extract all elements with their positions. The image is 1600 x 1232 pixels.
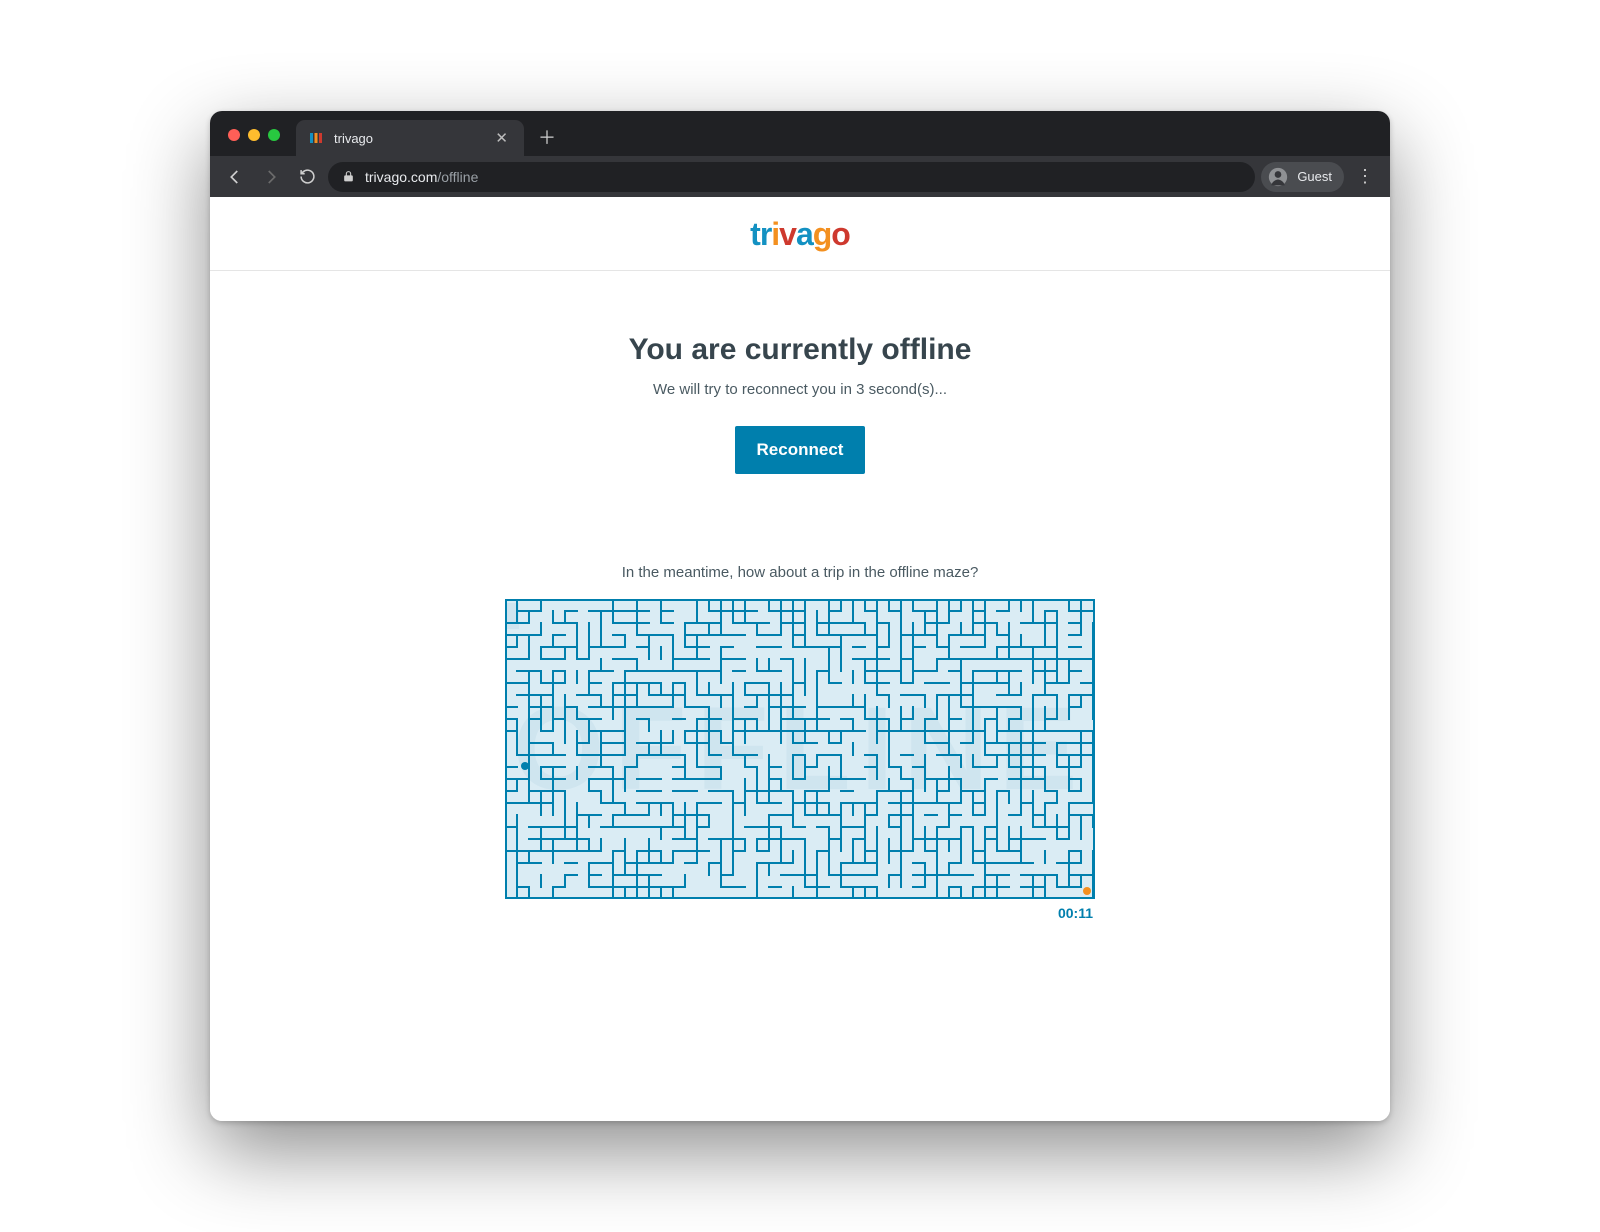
site-header: t r i v a g o <box>210 197 1390 271</box>
maze-lead: In the meantime, how about a trip in the… <box>400 564 1200 581</box>
maze-section: In the meantime, how about a trip in the… <box>400 564 1200 921</box>
browser-tab[interactable]: trivago ✕ <box>296 120 524 156</box>
address-bar[interactable]: trivago.com/offline <box>328 162 1255 192</box>
nav-back-icon[interactable] <box>220 162 250 192</box>
offline-subline: We will try to reconnect you in 3 second… <box>400 381 1200 398</box>
lock-icon <box>342 170 355 183</box>
reload-icon[interactable] <box>292 162 322 192</box>
profile-label: Guest <box>1297 169 1332 184</box>
page-content: t r i v a g o You are currently offline … <box>210 197 1390 1121</box>
minimize-window-icon[interactable] <box>248 129 260 141</box>
tab-close-icon[interactable]: ✕ <box>491 129 512 148</box>
tab-favicon-icon <box>308 130 324 146</box>
reconnect-button[interactable]: Reconnect <box>735 426 866 474</box>
logo-letter: a <box>796 218 813 250</box>
logo-letter: o <box>831 218 850 250</box>
logo-letter: t <box>750 218 760 250</box>
maze-lines-icon <box>505 599 1095 899</box>
logo-letter: i <box>771 218 779 250</box>
maze-timer: 00:11 <box>505 899 1095 921</box>
window-controls <box>210 129 296 156</box>
avatar-icon <box>1267 166 1289 188</box>
trivago-logo[interactable]: t r i v a g o <box>750 218 850 250</box>
offline-maze[interactable]: OFFLINE <box>505 599 1095 899</box>
offline-card: You are currently offline We will try to… <box>400 271 1200 921</box>
logo-letter: g <box>813 218 832 250</box>
close-window-icon[interactable] <box>228 129 240 141</box>
browser-toolbar: trivago.com/offline Guest ⋮ <box>210 156 1390 197</box>
overflow-menu-icon[interactable]: ⋮ <box>1350 162 1380 192</box>
logo-letter: v <box>779 218 796 250</box>
browser-window: trivago ✕ ＋ trivago.com/offline <box>210 111 1390 1121</box>
tab-title: trivago <box>334 131 373 146</box>
nav-forward-icon[interactable] <box>256 162 286 192</box>
url-host: trivago.com <box>365 169 437 185</box>
url-path: /offline <box>437 169 478 185</box>
maximize-window-icon[interactable] <box>268 129 280 141</box>
title-bar: trivago ✕ ＋ <box>210 111 1390 156</box>
new-tab-button[interactable]: ＋ <box>532 122 562 152</box>
logo-letter: r <box>760 218 771 250</box>
offline-heading: You are currently offline <box>400 333 1200 367</box>
profile-chip[interactable]: Guest <box>1261 162 1344 192</box>
